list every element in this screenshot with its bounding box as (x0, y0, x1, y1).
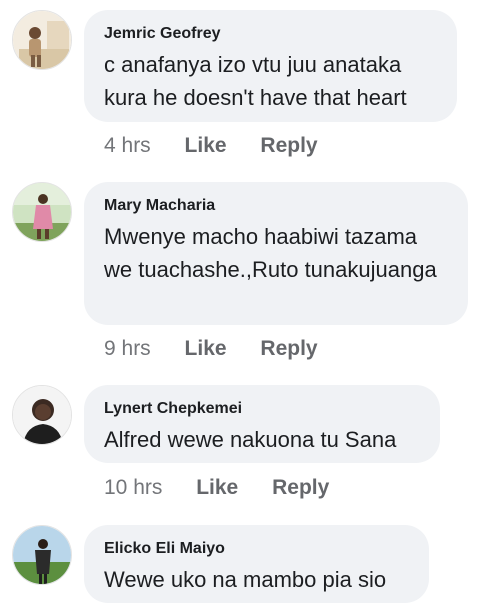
comment-actions: 9 hrs Like Reply (104, 337, 318, 361)
comment-bubble: Mary Macharia Mwenye macho haabiwi tazam… (84, 182, 468, 325)
comment-text: Mwenye macho haabiwi tazama we tuachashe… (104, 224, 437, 282)
like-button[interactable]: Like (185, 134, 227, 158)
comment-text: Alfred wewe nakuona tu Sana (104, 427, 397, 452)
like-button[interactable]: Like (196, 476, 238, 500)
avatar[interactable] (12, 525, 72, 585)
comment-bubble: Lynert Chepkemei Alfred wewe nakuona tu … (84, 385, 440, 463)
avatar-photo (13, 386, 71, 444)
like-button[interactable]: Like (185, 337, 227, 361)
comment-bubble: Jemric Geofrey c anafanya izo vtu juu an… (84, 10, 457, 122)
avatar-photo (13, 11, 71, 69)
comment-author[interactable]: Jemric Geofrey (104, 24, 437, 44)
avatar[interactable] (12, 182, 72, 242)
avatar-photo (13, 183, 71, 241)
comment-author[interactable]: Mary Macharia (104, 196, 448, 216)
comment-text: Wewe uko na mambo pia sio (104, 567, 387, 592)
reply-button[interactable]: Reply (272, 476, 329, 500)
reply-button[interactable]: Reply (260, 134, 317, 158)
comment-actions: 4 hrs Like Reply (104, 134, 318, 158)
avatar[interactable] (12, 385, 72, 445)
comment-author[interactable]: Lynert Chepkemei (104, 399, 420, 419)
comment-timestamp[interactable]: 9 hrs (104, 337, 151, 361)
reply-button[interactable]: Reply (260, 337, 317, 361)
avatar[interactable] (12, 10, 72, 70)
comment-actions: 10 hrs Like Reply (104, 476, 329, 500)
comment-text: c anafanya izo vtu juu anataka kura he d… (104, 52, 407, 110)
comment-bubble: Elicko Eli Maiyo Wewe uko na mambo pia s… (84, 525, 429, 603)
comment-author[interactable]: Elicko Eli Maiyo (104, 539, 409, 559)
avatar-photo (13, 526, 71, 584)
comment-timestamp[interactable]: 10 hrs (104, 476, 162, 500)
comment-timestamp[interactable]: 4 hrs (104, 134, 151, 158)
